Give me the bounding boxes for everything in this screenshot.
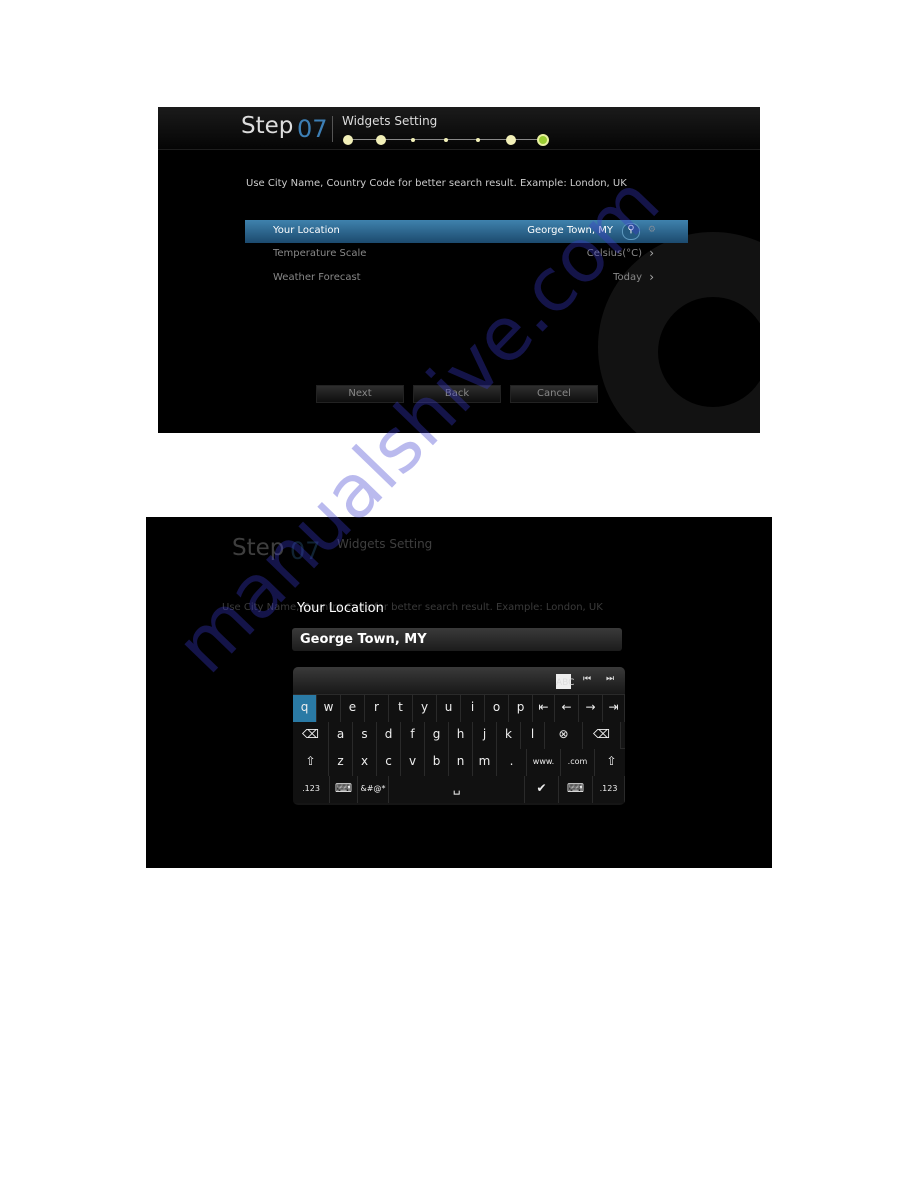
key-123[interactable]: .123 — [293, 776, 330, 803]
done-key[interactable]: ✔ — [525, 776, 559, 803]
row-your-location[interactable]: Your Location George Town, MY ⚲ ⚙ — [245, 220, 688, 243]
cancel-button[interactable]: Cancel — [510, 385, 598, 403]
key-p[interactable]: p — [509, 695, 533, 722]
step-progress — [342, 133, 549, 147]
keyboard-screen: Step 07 Widgets Setting Use City Name, C… — [146, 517, 772, 868]
key-n[interactable]: n — [449, 749, 473, 776]
key-w[interactable]: w — [317, 695, 341, 722]
dialog-title: Your Location — [297, 601, 384, 616]
step-dot — [476, 138, 480, 142]
row-value: Celsius(°C) — [586, 248, 642, 259]
divider — [332, 116, 333, 142]
left-arrow-key[interactable]: ← — [555, 695, 579, 722]
row-value: Today — [613, 272, 642, 283]
step-dot — [537, 134, 549, 146]
on-screen-keyboard: ABC ⏮ ⏭ q w e r t y u i o p ⇤ ← → ⇥ ⌫ a s d f g h j k l ⊗ ⌫ ⇧ z x c… — [293, 667, 625, 805]
hint-text: Use City Name, Country Code for better s… — [246, 178, 627, 189]
key-o[interactable]: o — [485, 695, 509, 722]
key-[interactable]: &#@* — [358, 776, 389, 803]
location-input[interactable]: George Town, MY — [292, 628, 622, 651]
row-label: Temperature Scale — [273, 248, 367, 259]
key-l[interactable]: l — [521, 722, 545, 749]
chevron-right-icon: › — [649, 270, 654, 284]
home-key[interactable]: ⇤ — [533, 695, 555, 722]
row-value: George Town, MY — [527, 225, 613, 236]
key-m[interactable]: m — [473, 749, 497, 776]
step-number: 07 — [297, 115, 328, 143]
key-h[interactable]: h — [449, 722, 473, 749]
key-d[interactable]: d — [377, 722, 401, 749]
key-t[interactable]: t — [389, 695, 413, 722]
key-s[interactable]: s — [353, 722, 377, 749]
end-key[interactable]: ⇥ — [603, 695, 625, 722]
clear-key[interactable]: ⊗ — [545, 722, 583, 749]
key-www[interactable]: www. — [527, 749, 561, 776]
shift-key[interactable]: ⇧ — [293, 749, 329, 776]
back-button[interactable]: Back — [413, 385, 501, 403]
step-dot — [505, 135, 516, 145]
key-j[interactable]: j — [473, 722, 497, 749]
key-y[interactable]: y — [413, 695, 437, 722]
step-dot — [411, 138, 415, 142]
key-x[interactable]: x — [353, 749, 377, 776]
step-dot — [443, 138, 448, 142]
header: Step 07 Widgets Setting — [158, 107, 760, 150]
step-label: Step — [241, 113, 294, 139]
settings-icon[interactable]: ⚙ — [648, 225, 656, 235]
key-e[interactable]: e — [341, 695, 365, 722]
skip-back-icon[interactable]: ⏮ — [583, 674, 591, 684]
widgets-setting-screen: Step 07 Widgets Setting Use City Name, C… — [158, 107, 760, 433]
key-k[interactable]: k — [497, 722, 521, 749]
page-title: Widgets Setting — [342, 114, 438, 128]
key-z[interactable]: z — [329, 749, 353, 776]
key-v[interactable]: v — [401, 749, 425, 776]
next-button[interactable]: Next — [316, 385, 404, 403]
space-key[interactable]: ␣ — [389, 776, 525, 803]
row-temperature-scale[interactable]: Temperature Scale Celsius(°C) › — [245, 243, 688, 266]
key-123[interactable]: .123 — [593, 776, 625, 803]
step-dot — [343, 135, 353, 145]
key-[interactable]: . — [497, 749, 527, 776]
key-g[interactable]: g — [425, 722, 449, 749]
chevron-right-icon: › — [649, 246, 654, 260]
key-r[interactable]: r — [365, 695, 389, 722]
key-c[interactable]: c — [377, 749, 401, 776]
backspace-key[interactable]: ⌫ — [583, 722, 621, 749]
skip-forward-icon[interactable]: ⏭ — [606, 674, 614, 684]
backspace-key[interactable]: ⌫ — [293, 722, 329, 749]
row-label: Weather Forecast — [273, 272, 361, 283]
key-f[interactable]: f — [401, 722, 425, 749]
row-weather-forecast[interactable]: Weather Forecast Today › — [245, 267, 688, 290]
abc-mode-icon[interactable]: ABC — [556, 674, 574, 689]
key-com[interactable]: .com — [561, 749, 595, 776]
key-u[interactable]: u — [437, 695, 461, 722]
key-a[interactable]: a — [329, 722, 353, 749]
right-arrow-key[interactable]: → — [579, 695, 603, 722]
search-icon[interactable]: ⚲ — [622, 223, 640, 240]
step-dot — [375, 135, 386, 145]
shift-key[interactable]: ⇧ — [595, 749, 625, 776]
key-b[interactable]: b — [425, 749, 449, 776]
hide-keyboard-key[interactable]: ⌨ — [330, 776, 358, 803]
row-label: Your Location — [273, 225, 340, 236]
key-q[interactable]: q — [293, 695, 317, 722]
hide-keyboard-key[interactable]: ⌨ — [559, 776, 593, 803]
key-i[interactable]: i — [461, 695, 485, 722]
